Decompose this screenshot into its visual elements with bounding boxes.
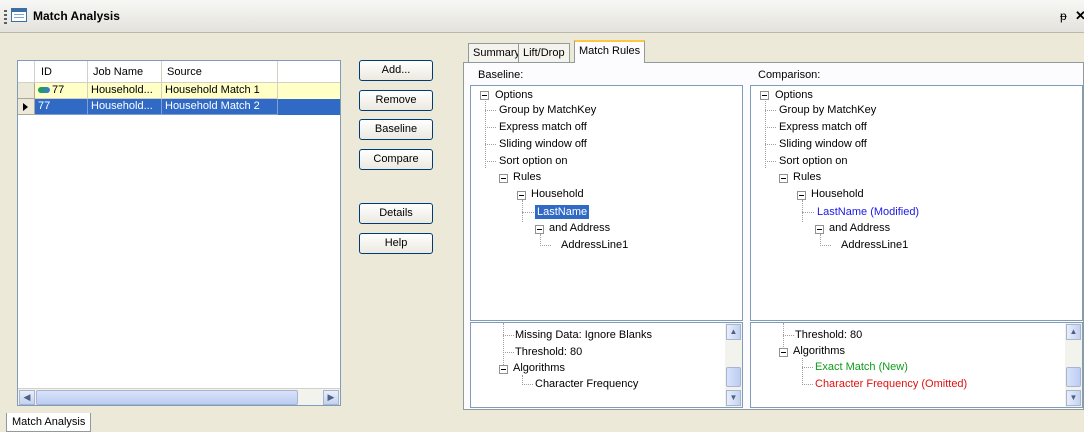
match-icon <box>38 87 50 94</box>
tree-node-threshold[interactable]: Threshold: 80 <box>795 328 862 342</box>
cell-source: Household Match 1 <box>162 83 278 99</box>
tab-summary[interactable]: Summary <box>468 43 526 62</box>
collapse-icon[interactable] <box>779 174 788 183</box>
tab-lift-drop[interactable]: Lift/Drop <box>518 43 570 62</box>
comparison-detail-tree[interactable]: Threshold: 80 Algorithms Exact Match (Ne… <box>750 322 1083 408</box>
vertical-scrollbar[interactable]: ▲ ▼ <box>725 323 742 407</box>
tree-node-char-frequency[interactable]: Character Frequency <box>535 377 638 391</box>
tree-node-exact-match-new[interactable]: Exact Match (New) <box>815 360 908 374</box>
tree-node-household[interactable]: Household <box>811 187 864 201</box>
tree-node-sort[interactable]: Sort option on <box>779 154 848 168</box>
cell-id: 77 <box>35 99 88 115</box>
drag-grip-icon[interactable] <box>4 10 7 24</box>
tree-node-and-address[interactable]: and Address <box>829 221 890 235</box>
row-selector[interactable] <box>18 99 35 115</box>
tree-node-options[interactable]: Options <box>775 88 813 102</box>
current-row-arrow-icon <box>23 103 28 111</box>
tree-node-sort[interactable]: Sort option on <box>499 154 568 168</box>
scroll-down-icon[interactable]: ▼ <box>1066 390 1081 406</box>
horizontal-scrollbar[interactable]: ◀ ▶ <box>18 388 340 405</box>
collapse-icon[interactable] <box>535 225 544 234</box>
cell-jobname: Household... <box>88 99 162 115</box>
collapse-icon[interactable] <box>797 191 806 200</box>
collapse-icon[interactable] <box>499 365 508 374</box>
tree-node-group-by[interactable]: Group by MatchKey <box>499 103 596 117</box>
compare-button[interactable]: Compare <box>359 149 433 170</box>
collapse-icon[interactable] <box>480 91 489 100</box>
tab-match-rules[interactable]: Match Rules <box>574 40 646 63</box>
scroll-right-icon[interactable]: ▶ <box>323 390 339 405</box>
tree-node-missing-data[interactable]: Missing Data: Ignore Blanks <box>515 328 652 342</box>
tree-node-lastname[interactable]: LastName <box>535 205 590 219</box>
tree-node-sliding[interactable]: Sliding window off <box>779 137 867 151</box>
collapse-icon[interactable] <box>779 348 788 357</box>
help-button[interactable]: Help <box>359 233 433 254</box>
row-selector[interactable] <box>18 83 35 99</box>
collapse-icon[interactable] <box>760 91 769 100</box>
jobs-grid[interactable]: ID Job Name Source 77 Household... House… <box>17 60 341 406</box>
baseline-detail-tree[interactable]: Missing Data: Ignore Blanks Threshold: 8… <box>470 322 743 408</box>
add-button[interactable]: Add... <box>359 60 433 81</box>
table-row[interactable]: 77 Household... Household Match 1 <box>18 83 340 99</box>
tree-node-household[interactable]: Household <box>531 187 584 201</box>
scroll-thumb[interactable] <box>36 390 298 405</box>
tree-node-addressline1[interactable]: AddressLine1 <box>561 238 628 252</box>
tree-node-algorithms[interactable]: Algorithms <box>513 361 565 375</box>
pin-icon[interactable]: ᵽ <box>1060 9 1067 23</box>
collapse-icon[interactable] <box>815 225 824 234</box>
scroll-up-icon[interactable]: ▲ <box>1066 324 1081 340</box>
tab-match-analysis-document[interactable]: Match Analysis <box>6 413 92 432</box>
remove-button[interactable]: Remove <box>359 90 433 111</box>
comparison-label: Comparison: <box>758 69 821 81</box>
tree-node-char-frequency-omitted[interactable]: Character Frequency (Omitted) <box>815 377 967 391</box>
baseline-button[interactable]: Baseline <box>359 119 433 140</box>
tree-node-addressline1[interactable]: AddressLine1 <box>841 238 908 252</box>
cell-id: 77 <box>52 84 65 96</box>
scroll-up-icon[interactable]: ▲ <box>726 324 741 340</box>
scroll-left-icon[interactable]: ◀ <box>19 390 35 405</box>
cell-source: Household Match 2 <box>162 99 278 115</box>
row-header-corner <box>18 61 35 83</box>
tree-node-lastname-modified[interactable]: LastName (Modified) <box>817 205 919 219</box>
col-source-header[interactable]: Source <box>162 61 278 83</box>
vertical-scrollbar[interactable]: ▲ ▼ <box>1065 323 1082 407</box>
table-row[interactable]: 77 Household... Household Match 2 <box>18 99 340 115</box>
collapse-icon[interactable] <box>499 174 508 183</box>
collapse-icon[interactable] <box>517 191 526 200</box>
baseline-tree[interactable]: Options Group by MatchKey Express match … <box>470 85 743 321</box>
scroll-thumb[interactable] <box>726 367 741 387</box>
title-bar: Match Analysis ᵽ ✕ <box>0 0 1084 33</box>
scroll-thumb[interactable] <box>1066 367 1081 387</box>
baseline-label: Baseline: <box>478 69 524 81</box>
col-id-header[interactable]: ID <box>35 61 88 83</box>
tree-node-express[interactable]: Express match off <box>499 120 587 134</box>
tree-node-sliding[interactable]: Sliding window off <box>499 137 587 151</box>
details-button[interactable]: Details <box>359 203 433 224</box>
match-rules-panel: Baseline: Options Group by MatchKey Expr… <box>463 62 1084 410</box>
col-jobname-header[interactable]: Job Name <box>88 61 162 83</box>
cell-jobname: Household... <box>88 83 162 99</box>
tree-node-threshold[interactable]: Threshold: 80 <box>515 345 582 359</box>
tree-node-group-by[interactable]: Group by MatchKey <box>779 103 876 117</box>
tree-node-express[interactable]: Express match off <box>779 120 867 134</box>
window-icon <box>11 8 27 22</box>
grid-header: ID Job Name Source <box>18 61 340 83</box>
window-title: Match Analysis <box>33 9 120 23</box>
scroll-down-icon[interactable]: ▼ <box>726 390 741 406</box>
tree-node-options[interactable]: Options <box>495 88 533 102</box>
comparison-tree[interactable]: Options Group by MatchKey Express match … <box>750 85 1083 321</box>
tree-node-algorithms[interactable]: Algorithms <box>793 344 845 358</box>
tree-node-rules[interactable]: Rules <box>513 170 541 184</box>
close-icon[interactable]: ✕ <box>1075 8 1084 24</box>
tree-node-and-address[interactable]: and Address <box>549 221 610 235</box>
tree-node-rules[interactable]: Rules <box>793 170 821 184</box>
